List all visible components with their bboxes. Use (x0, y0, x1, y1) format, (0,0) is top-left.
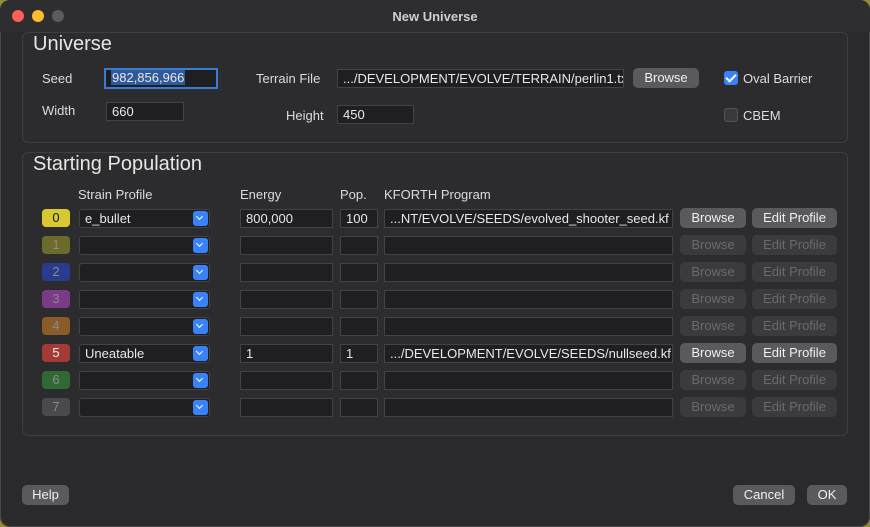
kforth-program-input[interactable]: .../DEVELOPMENT/EVOLVE/SEEDS/nullseed.kf (384, 344, 673, 363)
oval-barrier-checkbox[interactable] (724, 71, 738, 85)
kforth-program-input[interactable] (384, 371, 673, 390)
pop-input[interactable] (340, 371, 378, 390)
width-input[interactable]: 660 (106, 102, 184, 121)
starting-population-title: Starting Population (33, 153, 203, 175)
chevron-down-icon (193, 265, 208, 280)
pop-input[interactable] (340, 263, 378, 282)
kforth-program-input[interactable] (384, 236, 673, 255)
energy-input[interactable]: 1 (240, 344, 333, 363)
height-label: Height (286, 108, 324, 123)
energy-input[interactable] (240, 290, 333, 309)
kforth-program-input[interactable]: ...NT/EVOLVE/SEEDS/evolved_shooter_seed.… (384, 209, 673, 228)
energy-header: Energy (240, 187, 282, 202)
strain-profile-select[interactable] (79, 317, 210, 336)
pop-header: Pop. (340, 187, 367, 202)
kforth-browse-button[interactable]: Browse (680, 397, 746, 417)
kforth-browse-button[interactable]: Browse (680, 235, 746, 255)
cbem-label: CBEM (743, 108, 781, 123)
terrain-file-label: Terrain File (256, 71, 321, 86)
chevron-down-icon (193, 292, 208, 307)
kforth-program-input[interactable] (384, 290, 673, 309)
kforth-browse-button[interactable]: Browse (680, 343, 746, 363)
help-button[interactable]: Help (22, 485, 69, 505)
strain-profile-select[interactable] (79, 371, 210, 390)
energy-input[interactable] (240, 263, 333, 282)
strain-index-badge: 3 (42, 290, 70, 308)
height-input[interactable]: 450 (337, 105, 414, 124)
strain-index-badge: 1 (42, 236, 70, 254)
edit-profile-button[interactable]: Edit Profile (752, 397, 837, 417)
strain-index-badge: 5 (42, 344, 70, 362)
cbem-checkbox[interactable] (724, 108, 738, 122)
kforth-browse-button[interactable]: Browse (680, 208, 746, 228)
edit-profile-button[interactable]: Edit Profile (752, 235, 837, 255)
terrain-file-input[interactable]: .../DEVELOPMENT/EVOLVE/TERRAIN/perlin1.t… (337, 69, 624, 88)
edit-profile-button[interactable]: Edit Profile (752, 370, 837, 390)
kforth-browse-button[interactable]: Browse (680, 289, 746, 309)
kforth-program-header: KFORTH Program (384, 187, 491, 202)
chevron-down-icon (193, 400, 208, 415)
strain-profile-header: Strain Profile (78, 187, 153, 202)
chevron-down-icon (193, 346, 208, 361)
cancel-button[interactable]: Cancel (733, 485, 795, 505)
pop-input[interactable]: 100 (340, 209, 378, 228)
strain-index-badge: 4 (42, 317, 70, 335)
seed-value: 982,856,966 (111, 70, 186, 85)
seed-input[interactable]: 982,856,966 (104, 68, 218, 89)
strain-profile-select[interactable] (79, 236, 210, 255)
kforth-browse-button[interactable]: Browse (680, 370, 746, 390)
energy-input[interactable] (240, 371, 333, 390)
strain-profile-select[interactable]: Uneatable (79, 344, 210, 363)
strain-profile-select[interactable] (79, 398, 210, 417)
chevron-down-icon (193, 319, 208, 334)
edit-profile-button[interactable]: Edit Profile (752, 316, 837, 336)
pop-input[interactable] (340, 317, 378, 336)
energy-input[interactable] (240, 317, 333, 336)
universe-title: Universe (33, 33, 112, 55)
chevron-down-icon (193, 373, 208, 388)
strain-index-badge: 0 (42, 209, 70, 227)
chevron-down-icon (193, 211, 208, 226)
edit-profile-button[interactable]: Edit Profile (752, 289, 837, 309)
strain-profile-select[interactable] (79, 263, 210, 282)
strain-index-badge: 7 (42, 398, 70, 416)
new-universe-window: New Universe Universe Seed 982,856,966 W… (0, 0, 870, 527)
pop-input[interactable] (340, 290, 378, 309)
strain-profile-select[interactable]: e_bullet (79, 209, 210, 228)
pop-input[interactable]: 1 (340, 344, 378, 363)
terrain-browse-button[interactable]: Browse (633, 68, 699, 88)
strain-index-badge: 6 (42, 371, 70, 389)
pop-input[interactable] (340, 398, 378, 417)
energy-input[interactable] (240, 236, 333, 255)
strain-profile-value: e_bullet (85, 211, 131, 226)
energy-input[interactable] (240, 398, 333, 417)
width-label: Width (42, 103, 76, 118)
strain-profile-select[interactable] (79, 290, 210, 309)
kforth-browse-button[interactable]: Browse (680, 262, 746, 282)
kforth-browse-button[interactable]: Browse (680, 316, 746, 336)
seed-label: Seed (42, 71, 73, 86)
kforth-program-input[interactable] (384, 398, 673, 417)
kforth-program-input[interactable] (384, 317, 673, 336)
edit-profile-button[interactable]: Edit Profile (752, 208, 837, 228)
pop-input[interactable] (340, 236, 378, 255)
oval-barrier-label: Oval Barrier (743, 71, 813, 86)
strain-profile-value: Uneatable (85, 346, 145, 361)
ok-button[interactable]: OK (807, 485, 847, 505)
window-title: New Universe (392, 9, 478, 24)
edit-profile-button[interactable]: Edit Profile (752, 343, 837, 363)
energy-input[interactable]: 800,000 (240, 209, 333, 228)
chevron-down-icon (193, 238, 208, 253)
kforth-program-input[interactable] (384, 263, 673, 282)
edit-profile-button[interactable]: Edit Profile (752, 262, 837, 282)
title-bar: New Universe (0, 0, 870, 32)
strain-index-badge: 2 (42, 263, 70, 281)
